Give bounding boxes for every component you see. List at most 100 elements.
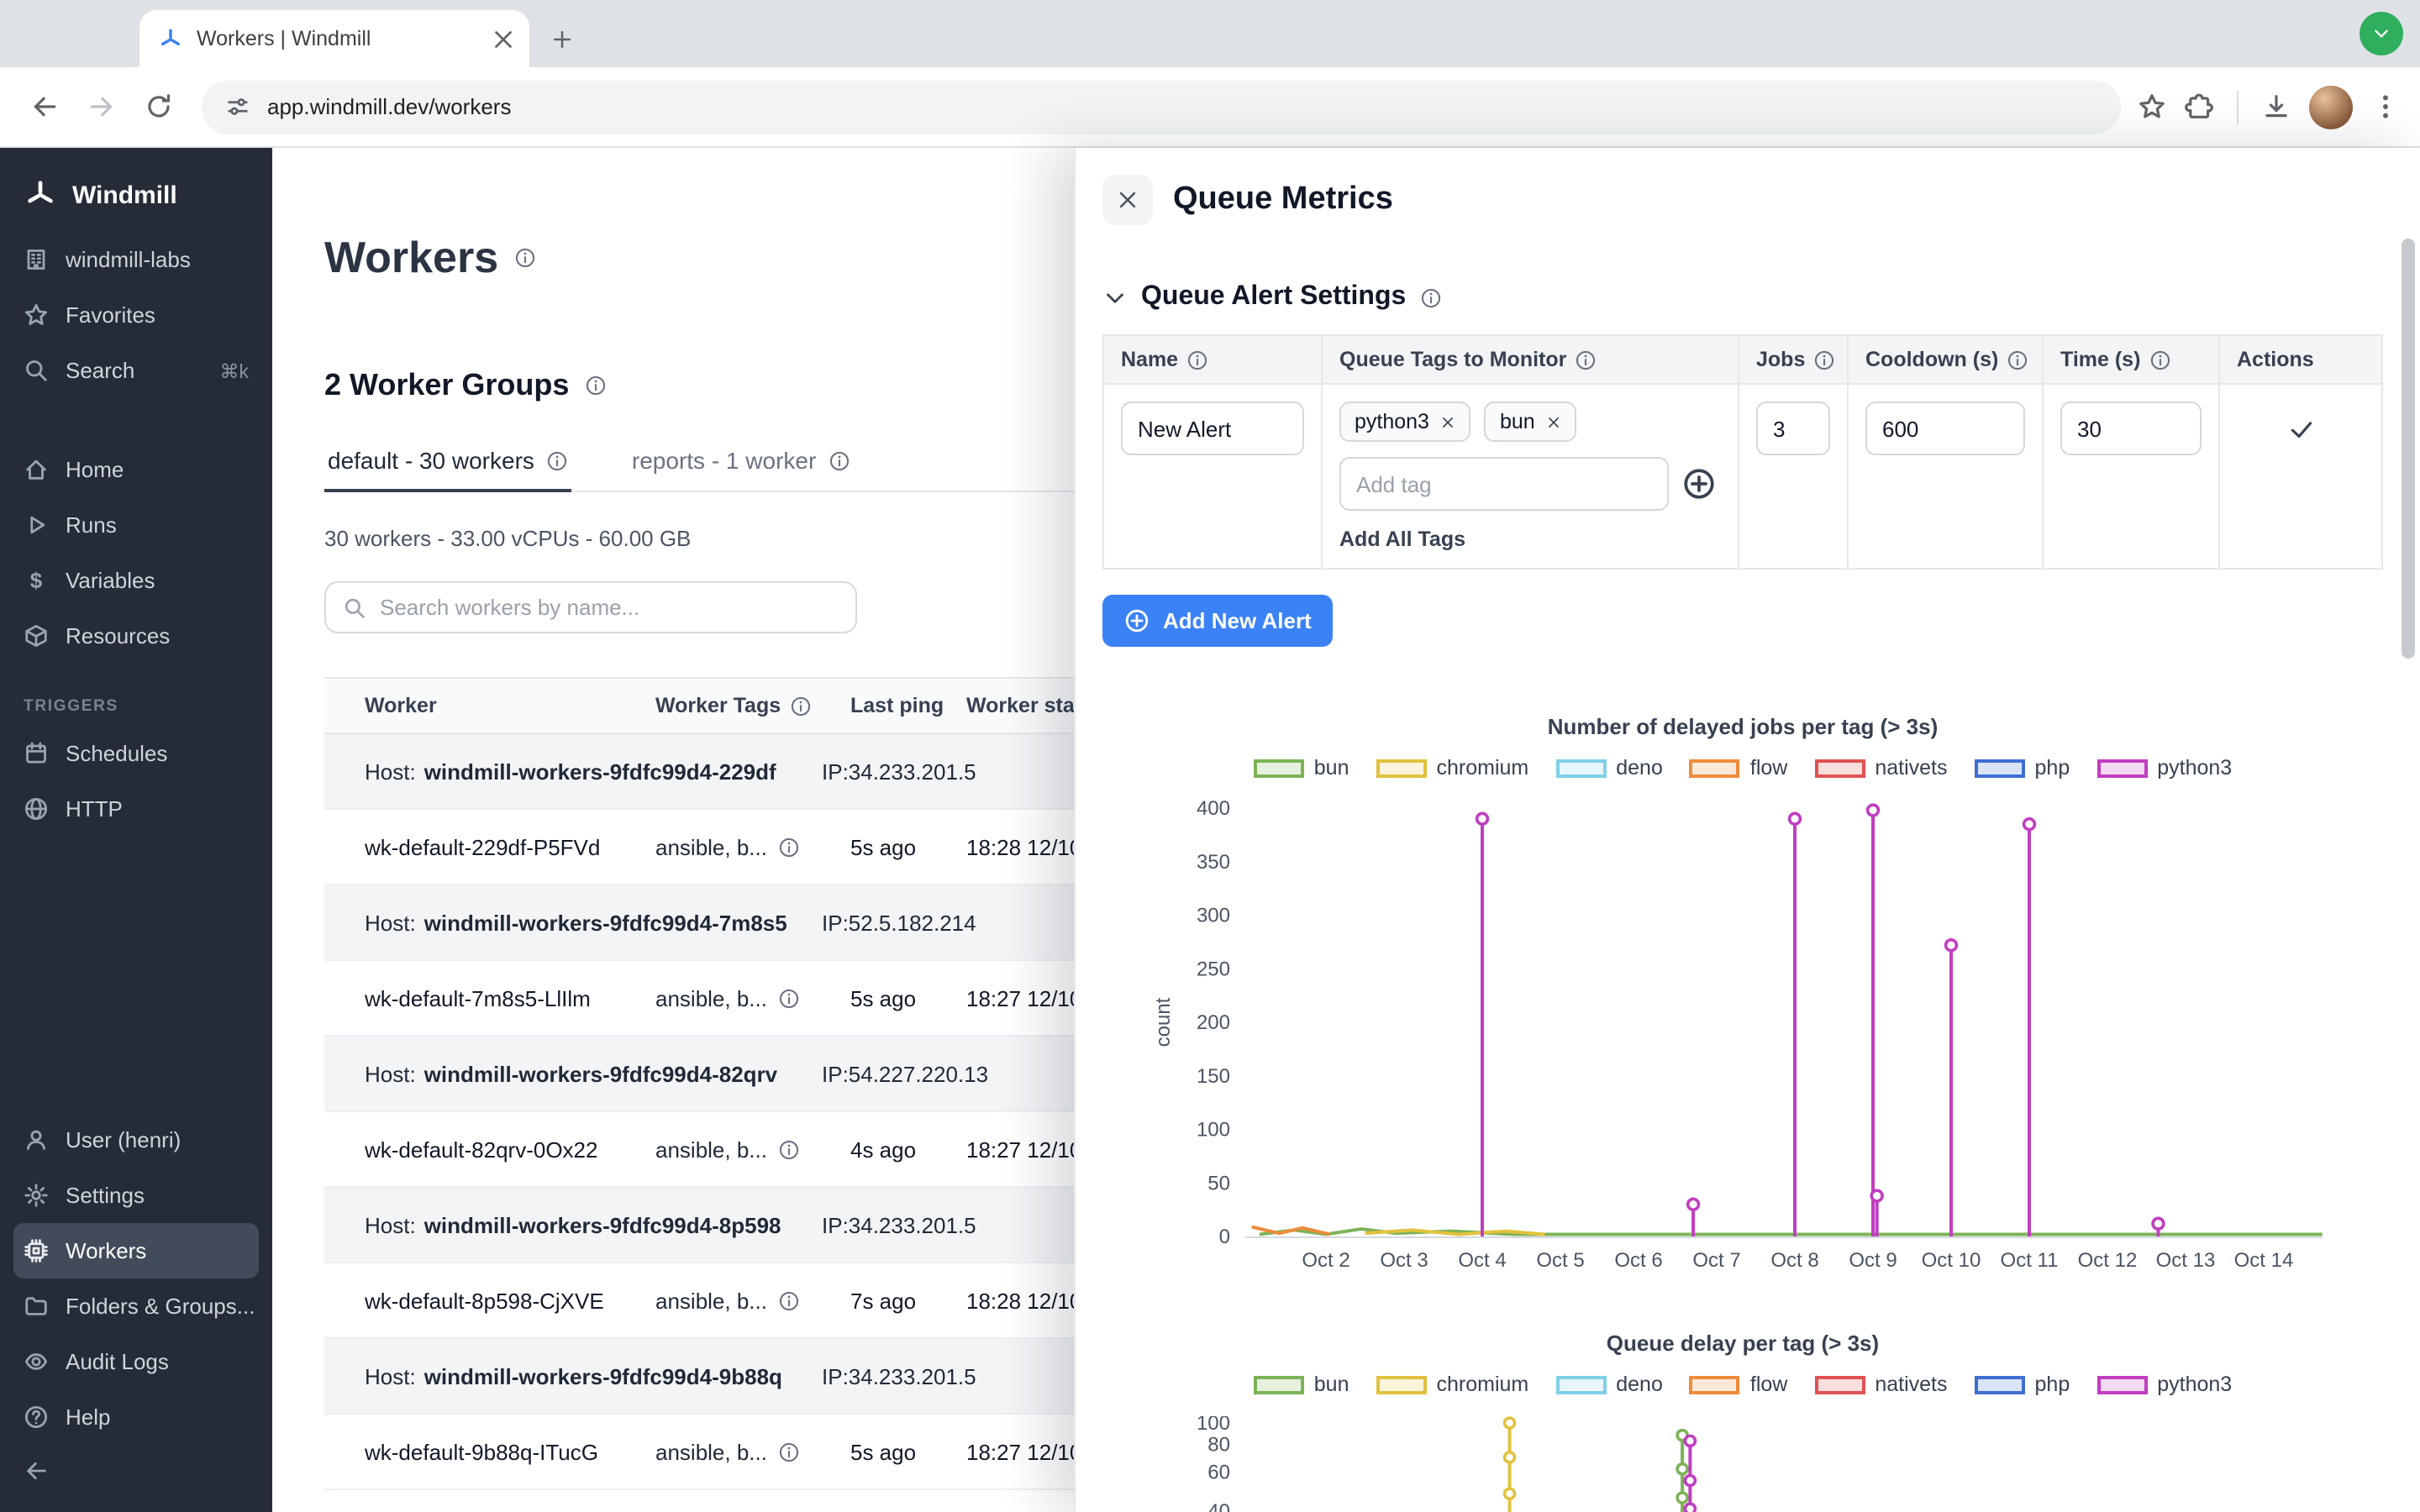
extensions-icon[interactable] — [2185, 92, 2213, 121]
bookmark-icon[interactable] — [2138, 92, 2166, 121]
info-icon[interactable] — [777, 836, 799, 858]
sidebar-item-schedules[interactable]: Schedules — [0, 726, 272, 781]
legend-bun[interactable]: bun — [1254, 1373, 1349, 1396]
reload-button[interactable] — [131, 80, 185, 134]
sidebar-item-workers[interactable]: Workers — [13, 1223, 259, 1278]
time-input[interactable] — [2060, 402, 2202, 455]
info-icon[interactable] — [584, 375, 606, 396]
legend-deno[interactable]: deno — [1555, 756, 1663, 780]
svg-text:40: 40 — [1207, 1500, 1230, 1512]
info-icon[interactable] — [513, 247, 535, 269]
info-icon[interactable] — [789, 695, 811, 717]
browser-tab[interactable]: Workers | Windmill — [139, 10, 529, 67]
brand[interactable]: Windmill — [0, 165, 272, 232]
info-icon[interactable] — [828, 449, 850, 471]
legend-nativets[interactable]: nativets — [1814, 1373, 1947, 1396]
collapse-sidebar-button[interactable] — [0, 1445, 272, 1512]
sidebar-item-folders-groups[interactable]: Folders & Groups... — [0, 1278, 272, 1334]
add-tag-button[interactable] — [1682, 467, 1716, 501]
new-tab-button[interactable] — [539, 17, 583, 60]
alert-name-input[interactable] — [1121, 402, 1304, 455]
info-icon[interactable] — [546, 449, 568, 471]
sidebar-item-variables[interactable]: $ Variables — [0, 553, 272, 608]
remove-tag-icon[interactable] — [1547, 414, 1562, 429]
search-input[interactable] — [380, 595, 839, 620]
downloads-icon[interactable] — [2262, 92, 2291, 121]
legend-chromium[interactable]: chromium — [1376, 1373, 1529, 1396]
add-tag-input[interactable] — [1339, 457, 1669, 511]
legend-deno[interactable]: deno — [1555, 1373, 1663, 1396]
back-button[interactable] — [17, 80, 71, 134]
drawer-scrollbar[interactable] — [2402, 239, 2415, 659]
legend-flow[interactable]: flow — [1690, 756, 1787, 780]
close-drawer-button[interactable] — [1102, 175, 1153, 225]
legend-bun[interactable]: bun — [1254, 756, 1349, 780]
delayed-jobs-chart: Number of delayed jobs per tag (> 3s) bu… — [1102, 714, 2383, 1300]
info-icon[interactable] — [1575, 349, 1597, 370]
sidebar-item-home[interactable]: Home — [0, 442, 272, 497]
sidebar-item-resources[interactable]: Resources — [0, 608, 272, 664]
confirm-alert-button[interactable] — [2286, 415, 2315, 444]
cooldown-input[interactable] — [1865, 402, 2025, 455]
forward-button[interactable] — [74, 80, 128, 134]
sidebar-item-favorites[interactable]: Favorites — [0, 287, 272, 343]
legend-python3[interactable]: python3 — [2096, 1373, 2232, 1396]
legend-python3[interactable]: python3 — [2096, 756, 2232, 780]
legend-chromium[interactable]: chromium — [1376, 756, 1529, 780]
sidebar-item-audit-logs[interactable]: Audit Logs — [0, 1334, 272, 1389]
legend-nativets[interactable]: nativets — [1814, 756, 1947, 780]
column-header-worker-tags[interactable]: Worker Tags — [655, 694, 850, 717]
legend-php[interactable]: php — [1975, 1373, 2070, 1396]
last-ping: 5s ago — [850, 985, 966, 1011]
chart-legend: bun chromium deno flow nativets php pyth… — [1102, 1373, 2383, 1396]
sidebar-item-http[interactable]: HTTP — [0, 781, 272, 837]
tab-default-30-workers[interactable]: default - 30 workers — [324, 447, 571, 491]
reload-icon — [144, 92, 172, 121]
tab-reports-1-worker[interactable]: reports - 1 worker — [629, 447, 853, 491]
info-icon[interactable] — [777, 987, 799, 1009]
browser-menu-icon[interactable] — [2371, 92, 2400, 121]
browser-toolbar: app.windmill.dev/workers — [0, 67, 2420, 148]
tab-close-icon[interactable] — [491, 26, 516, 51]
address-bar[interactable]: app.windmill.dev/workers — [202, 80, 2121, 134]
tag-chip-bun[interactable]: bun — [1485, 402, 1577, 442]
dollar-icon: $ — [24, 568, 49, 593]
info-icon[interactable] — [777, 1441, 799, 1462]
info-icon[interactable] — [777, 1289, 799, 1311]
add-new-alert-button[interactable]: Add New Alert — [1102, 595, 1334, 647]
sidebar-item-user-henri[interactable]: User (henri) — [0, 1112, 272, 1168]
jobs-input[interactable] — [1756, 402, 1830, 455]
star-icon — [24, 302, 49, 328]
legend-swatch — [1376, 759, 1427, 777]
tag-chip-python3[interactable]: python3 — [1339, 402, 1471, 442]
info-icon[interactable] — [2149, 349, 2170, 370]
info-icon[interactable] — [2007, 349, 2028, 370]
info-icon[interactable] — [1186, 349, 1208, 370]
info-icon[interactable] — [1813, 349, 1835, 370]
last-ping: 5s ago — [850, 834, 966, 859]
browser-update-badge[interactable] — [2360, 12, 2403, 55]
column-header-worker[interactable]: Worker — [324, 694, 655, 717]
chart-title: Number of delayed jobs per tag (> 3s) — [1102, 714, 2383, 739]
last-ping: 5s ago — [850, 1439, 966, 1464]
avatar[interactable] — [2309, 85, 2353, 129]
site-settings-icon[interactable] — [225, 94, 250, 119]
sidebar-item-runs[interactable]: Runs — [0, 497, 272, 553]
svg-text:250: 250 — [1197, 958, 1230, 980]
svg-text:100: 100 — [1197, 1119, 1230, 1142]
sidebar-item-workspace[interactable]: windmill-labs — [0, 232, 272, 287]
sidebar-item-help[interactable]: Help — [0, 1389, 272, 1445]
sidebar-item-settings[interactable]: Settings — [0, 1168, 272, 1223]
queue-alert-settings-toggle[interactable]: Queue Alert Settings — [1102, 282, 2383, 312]
host-ip: IP:34.233.201.5 — [822, 759, 976, 784]
add-all-tags-button[interactable]: Add All Tags — [1339, 528, 1465, 551]
info-icon[interactable] — [1419, 286, 1441, 308]
sidebar-item-search[interactable]: Search ⌘k — [0, 343, 272, 398]
svg-text:150: 150 — [1197, 1065, 1230, 1088]
column-header-last-ping[interactable]: Last ping — [850, 694, 966, 717]
info-icon[interactable] — [777, 1138, 799, 1160]
legend-php[interactable]: php — [1975, 756, 2070, 780]
remove-tag-icon[interactable] — [1441, 414, 1456, 429]
worker-search[interactable] — [324, 581, 857, 633]
legend-flow[interactable]: flow — [1690, 1373, 1787, 1396]
